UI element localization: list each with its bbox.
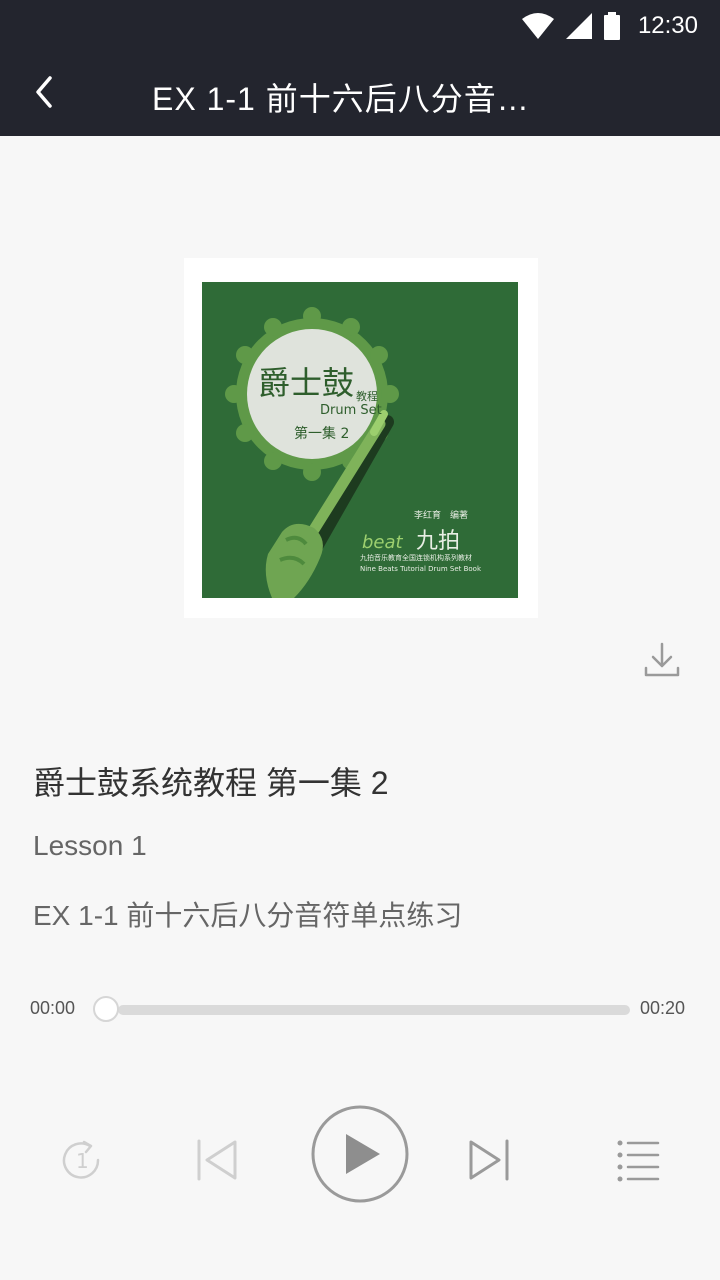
progress-bar[interactable] [118, 1005, 630, 1015]
cover-art: 爵士鼓 教程 Drum Set 第一集 2 李红育 编著 beat 九拍 九拍音… [225, 307, 482, 598]
download-button[interactable] [638, 636, 686, 684]
play-icon [311, 1105, 409, 1203]
total-time: 00:20 [640, 998, 686, 1018]
album-cover-frame: 爵士鼓 教程 Drum Set 第一集 2 李红育 编著 beat 九拍 九拍音… [184, 258, 538, 618]
cover-title-small: 教程 [356, 390, 378, 403]
cover-title-main: 爵士鼓 [258, 364, 354, 402]
current-time: 00:00 [30, 998, 76, 1018]
cover-author: 李红育 编著 [414, 509, 468, 521]
progress-thumb[interactable] [93, 996, 119, 1022]
chevron-left-icon [36, 76, 52, 108]
repeat-count: 1 [76, 1149, 89, 1173]
status-icons: 12:30 [521, 10, 698, 42]
cover-title-en: Drum Set [320, 403, 382, 418]
app-bar: EX 1-1 前十六后八分音… [0, 52, 720, 136]
previous-button[interactable] [190, 1134, 242, 1186]
cover-series-en: Nine Beats Tutorial Drum Set Book [360, 565, 482, 573]
play-button[interactable] [310, 1104, 410, 1204]
track-name: EX 1-1 前十六后八分音符单点练习 [33, 900, 463, 931]
cover-series-cn: 九拍音乐教育全国连锁机构系列教材 [360, 553, 472, 562]
battery-icon [603, 12, 620, 40]
page-title: EX 1-1 前十六后八分音… [152, 81, 530, 114]
signal-icon [565, 13, 592, 39]
download-icon [644, 642, 680, 677]
back-button[interactable] [22, 70, 66, 114]
status-time: 12:30 [637, 12, 698, 39]
cover-brand-en: beat [362, 532, 404, 553]
lesson-label: Lesson 1 [33, 830, 147, 861]
skip-previous-icon [197, 1139, 237, 1181]
playlist-icon [617, 1140, 660, 1182]
repeat-button[interactable]: 1 [56, 1134, 108, 1186]
cover-volume: 第一集 2 [294, 425, 349, 442]
album-cover: 爵士鼓 教程 Drum Set 第一集 2 李红育 编著 beat 九拍 九拍音… [202, 282, 518, 598]
status-bar: 12:30 [0, 0, 720, 52]
playlist-button[interactable] [612, 1134, 664, 1186]
album-title: 爵士鼓系统教程 第一集 2 [33, 765, 389, 801]
cover-brand-cn: 九拍 [416, 529, 460, 554]
next-button[interactable] [464, 1134, 516, 1186]
wifi-icon [521, 13, 554, 39]
repeat-one-icon: 1 [62, 1140, 100, 1179]
skip-next-icon [469, 1139, 509, 1181]
